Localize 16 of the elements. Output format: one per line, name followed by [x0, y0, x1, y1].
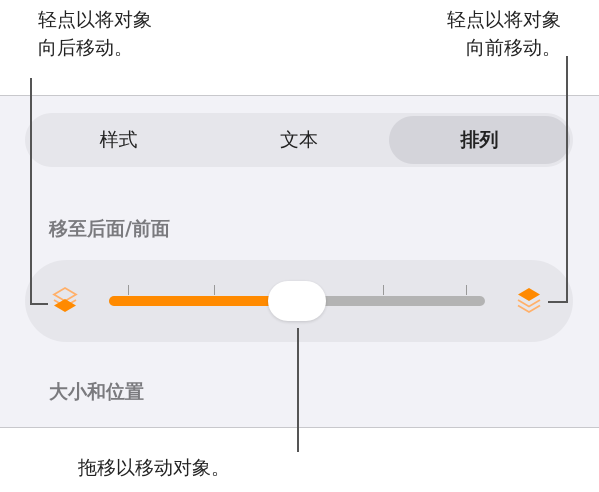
- section-title: 移至后面/前面: [49, 217, 171, 242]
- tab[interactable]: 排列: [389, 116, 570, 164]
- section-title: 大小和位置: [49, 380, 145, 405]
- callout-text: 拖移以移动对象。: [78, 456, 230, 481]
- callout-text: 轻点以将对象: [38, 8, 152, 33]
- tick-mark: [466, 285, 468, 295]
- callout-text: 向后移动。: [38, 36, 134, 61]
- tab[interactable]: 文本: [208, 116, 390, 164]
- tab[interactable]: 样式: [28, 116, 209, 164]
- slider-thumb[interactable]: [268, 281, 326, 321]
- tick-mark: [214, 285, 216, 295]
- callout-text: 向前移动。: [466, 36, 561, 61]
- layers-front-icon[interactable]: [515, 286, 543, 316]
- tick-mark: [383, 285, 384, 295]
- tick-mark: [128, 285, 129, 295]
- callout-text: 轻点以将对象: [447, 8, 561, 33]
